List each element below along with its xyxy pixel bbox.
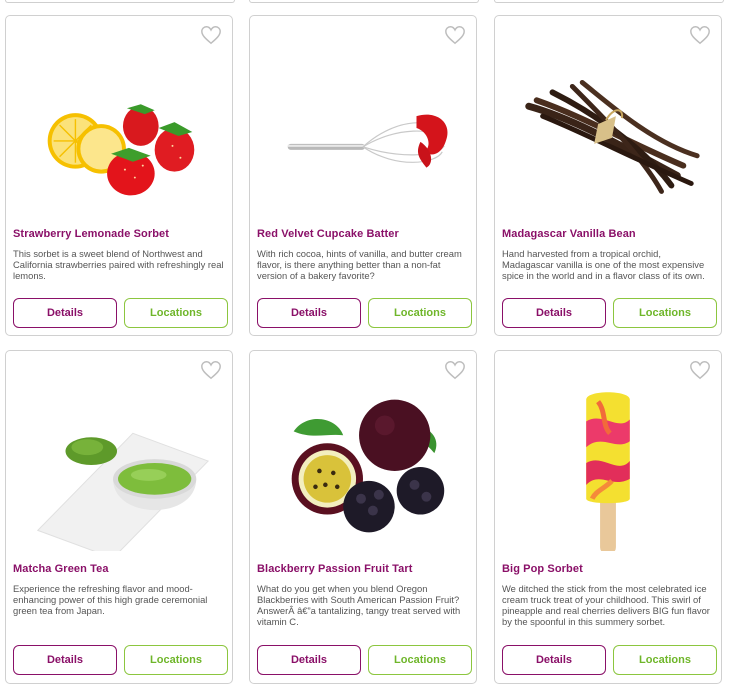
heart-icon[interactable]	[689, 24, 711, 46]
heart-icon[interactable]	[689, 359, 711, 381]
popsicle-image	[503, 381, 713, 551]
product-title: Blackberry Passion Fruit Tart	[257, 563, 413, 575]
heart-icon[interactable]	[444, 359, 466, 381]
product-description: With rich cocoa, hints of vanilla, and b…	[257, 248, 462, 281]
product-description: This sorbet is a sweet blend of Northwes…	[13, 248, 224, 281]
details-button[interactable]: Details	[502, 645, 606, 675]
product-description: Experience the refreshing flavor and moo…	[13, 583, 208, 616]
product-card: Matcha Green Tea Experience the refreshi…	[5, 350, 233, 684]
previous-row-card-edge	[5, 0, 235, 3]
previous-row-card-edge	[249, 0, 479, 3]
product-card: Big Pop Sorbet We ditched the stick from…	[494, 350, 722, 684]
product-card: Strawberry Lemonade Sorbet This sorbet i…	[5, 15, 233, 336]
heart-icon[interactable]	[200, 24, 222, 46]
details-button[interactable]: Details	[257, 645, 361, 675]
product-title: Big Pop Sorbet	[502, 563, 583, 575]
locations-button[interactable]: Locations	[368, 645, 472, 675]
blackberry-passionfruit-image	[258, 381, 468, 551]
details-button[interactable]: Details	[13, 645, 117, 675]
product-title: Madagascar Vanilla Bean	[502, 228, 636, 240]
locations-button[interactable]: Locations	[368, 298, 472, 328]
product-title: Strawberry Lemonade Sorbet	[13, 228, 170, 240]
product-title: Red Velvet Cupcake Batter	[257, 228, 399, 240]
details-button[interactable]: Details	[502, 298, 606, 328]
matcha-bowl-image	[14, 381, 224, 551]
previous-row-card-edge	[494, 0, 724, 3]
product-card: Blackberry Passion Fruit Tart What do yo…	[249, 350, 477, 684]
details-button[interactable]: Details	[13, 298, 117, 328]
strawberry-lemon-image	[14, 46, 224, 216]
details-button[interactable]: Details	[257, 298, 361, 328]
product-card: Madagascar Vanilla Bean Hand harvested f…	[494, 15, 722, 336]
vanilla-beans-image	[503, 46, 713, 216]
product-description: What do you get when you blend Oregon Bl…	[257, 583, 461, 627]
locations-button[interactable]: Locations	[613, 645, 717, 675]
product-card: Red Velvet Cupcake Batter With rich coco…	[249, 15, 477, 336]
product-description: We ditched the stick from the most celeb…	[502, 583, 710, 627]
product-description: Hand harvested from a tropical orchid, M…	[502, 248, 705, 281]
heart-icon[interactable]	[200, 359, 222, 381]
locations-button[interactable]: Locations	[613, 298, 717, 328]
heart-icon[interactable]	[444, 24, 466, 46]
red-whisk-image	[258, 46, 468, 216]
product-title: Matcha Green Tea	[13, 563, 109, 575]
locations-button[interactable]: Locations	[124, 298, 228, 328]
locations-button[interactable]: Locations	[124, 645, 228, 675]
